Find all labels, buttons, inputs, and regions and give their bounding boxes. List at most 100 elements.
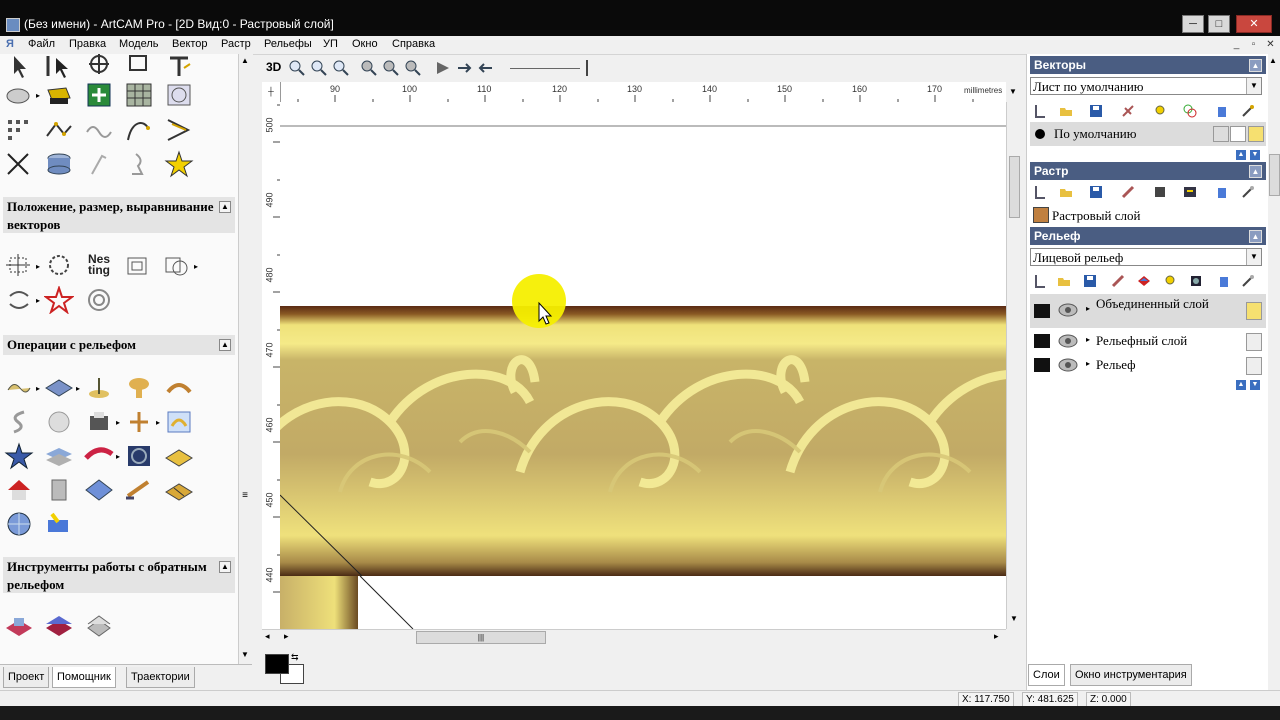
canvas-horizontal-scrollbar[interactable]: ◂ ▸ ||| ▸ bbox=[262, 629, 1006, 644]
relief-tool-icon[interactable] bbox=[1111, 274, 1125, 288]
canvas-vertical-scrollbar[interactable]: ▼ bbox=[1006, 102, 1021, 629]
star-red-icon[interactable] bbox=[44, 286, 74, 314]
zoom-window-icon[interactable] bbox=[332, 59, 350, 77]
scroll-down-icon[interactable]: ▼ bbox=[241, 650, 249, 659]
layer-color-icon[interactable] bbox=[1035, 129, 1045, 139]
right-scroll-thumb[interactable] bbox=[1269, 154, 1280, 196]
visibility-bulb-icon[interactable] bbox=[1246, 333, 1262, 351]
visibility-bulb-icon[interactable] bbox=[1246, 302, 1262, 320]
move-up-icon[interactable]: ▲ bbox=[1236, 150, 1246, 160]
mdi-restore-icon[interactable]: ▫ bbox=[1247, 38, 1260, 51]
tab-toolpaths[interactable]: Траектории bbox=[126, 667, 195, 688]
paste-relief-icon[interactable] bbox=[164, 442, 194, 470]
spiral-icon[interactable] bbox=[84, 286, 114, 314]
select-arrow-icon[interactable] bbox=[4, 54, 34, 82]
merge-icon[interactable] bbox=[1183, 104, 1197, 118]
two-rail-icon[interactable] bbox=[164, 374, 194, 402]
settings-icon[interactable] bbox=[1241, 104, 1255, 118]
move-down-icon[interactable]: ▼ bbox=[1250, 150, 1260, 160]
smooth-relief-icon[interactable] bbox=[164, 476, 194, 504]
node-edit-icon[interactable] bbox=[44, 54, 74, 82]
expand-arrow-icon[interactable]: ▸ bbox=[36, 296, 40, 305]
star-icon[interactable] bbox=[164, 150, 194, 178]
visibility-bulb-icon[interactable] bbox=[1248, 126, 1264, 142]
cut-vector-icon[interactable] bbox=[4, 150, 34, 178]
tab-assistant[interactable]: Помощник bbox=[52, 667, 116, 688]
doc-icon[interactable]: Я bbox=[6, 38, 14, 50]
expand-arrow-icon[interactable]: ▸ bbox=[1086, 304, 1090, 313]
wizard-icon[interactable] bbox=[44, 510, 74, 538]
nesting-icon[interactable]: Nes ting bbox=[88, 253, 116, 276]
vectors-header[interactable]: Векторы ▲ bbox=[1030, 56, 1266, 74]
menu-window[interactable]: Окно bbox=[352, 38, 378, 50]
delete-icon[interactable] bbox=[1215, 185, 1229, 199]
left-panel-scrollbar[interactable]: ▲ ≡ ▼ bbox=[238, 54, 253, 664]
new-raster-icon[interactable] bbox=[1033, 185, 1047, 199]
scroll-grip-icon[interactable]: ≡ bbox=[239, 490, 251, 504]
layers-icon[interactable] bbox=[44, 442, 74, 470]
collapse-icon[interactable]: ▲ bbox=[219, 201, 231, 213]
offset-icon[interactable] bbox=[4, 286, 34, 314]
house-icon[interactable] bbox=[4, 476, 34, 504]
open-folder-icon[interactable] bbox=[1057, 274, 1071, 288]
image-grid-icon[interactable] bbox=[124, 82, 154, 110]
close-button[interactable]: ✕ bbox=[1236, 15, 1272, 33]
collapse-icon[interactable]: ▲ bbox=[1249, 230, 1262, 243]
mushroom-icon[interactable] bbox=[124, 374, 154, 402]
tab-layers[interactable]: Слои bbox=[1028, 664, 1065, 686]
nodes-icon[interactable] bbox=[4, 116, 34, 144]
spray-icon[interactable] bbox=[84, 150, 114, 178]
extrude-icon[interactable] bbox=[44, 374, 74, 402]
scroll-up-icon[interactable]: ▲ bbox=[241, 56, 249, 65]
raster-bw-icon[interactable] bbox=[1153, 185, 1167, 199]
save-icon[interactable] bbox=[1089, 104, 1103, 118]
drawing-canvas[interactable] bbox=[280, 102, 1006, 629]
scroll-up-icon[interactable]: ▲ bbox=[1269, 56, 1277, 65]
dome-star-icon[interactable] bbox=[4, 442, 34, 470]
lightbulb-icon[interactable] bbox=[1153, 104, 1167, 118]
zoom-selection-icon[interactable] bbox=[404, 59, 422, 77]
swap-colors-icon[interactable]: ⇆ bbox=[291, 652, 299, 663]
expand-arrow-icon[interactable]: ▸ bbox=[36, 91, 40, 100]
vector-sheet-dropdown[interactable]: Лист по умолчанию ▼ bbox=[1030, 77, 1262, 95]
expand-arrow-icon[interactable]: ▸ bbox=[116, 418, 120, 427]
figure-icon[interactable] bbox=[124, 150, 154, 178]
vector-diagonal[interactable] bbox=[359, 575, 414, 629]
wrap-icon[interactable] bbox=[164, 408, 194, 436]
shape-editor-icon[interactable] bbox=[4, 374, 34, 402]
pen-relief-icon[interactable] bbox=[124, 476, 154, 504]
reverse-relief-3-icon[interactable] bbox=[84, 612, 114, 640]
menu-file[interactable]: Файл bbox=[28, 38, 55, 50]
position-icon[interactable] bbox=[4, 252, 34, 280]
raster-layer-row[interactable]: Растровый слой bbox=[1030, 204, 1266, 226]
menu-toolpaths[interactable]: УП bbox=[323, 38, 338, 50]
open-folder-icon[interactable] bbox=[1059, 104, 1073, 118]
plane-icon[interactable] bbox=[84, 476, 114, 504]
zoom-previous-icon[interactable] bbox=[382, 59, 400, 77]
expand-arrow-icon[interactable]: ▸ bbox=[156, 418, 160, 427]
minimize-button[interactable]: ─ bbox=[1182, 15, 1204, 33]
lock-icon[interactable] bbox=[1213, 126, 1229, 142]
menu-raster[interactable]: Растр bbox=[221, 38, 251, 50]
expand-arrow-icon[interactable]: ▸ bbox=[36, 262, 40, 271]
lightbulb-icon[interactable] bbox=[1163, 274, 1177, 288]
settings-icon[interactable] bbox=[1241, 185, 1255, 199]
scale-relief-icon[interactable] bbox=[124, 408, 154, 436]
bitmap-trace-icon[interactable] bbox=[44, 82, 74, 110]
vector-tool-icon[interactable] bbox=[1121, 104, 1135, 118]
grid-toggle-icon[interactable] bbox=[434, 59, 452, 77]
mdi-close-icon[interactable]: ✕ bbox=[1264, 38, 1277, 51]
section-relief-ops[interactable]: Операции с рельефом ▲ bbox=[3, 335, 235, 355]
expand-arrow-icon[interactable]: ▸ bbox=[1086, 359, 1090, 368]
expand-arrow-icon[interactable]: ▸ bbox=[36, 384, 40, 393]
frame-icon[interactable] bbox=[164, 82, 194, 110]
relief-header[interactable]: Рельеф ▲ bbox=[1030, 227, 1266, 245]
raster-merge-icon[interactable] bbox=[1183, 185, 1197, 199]
move-up-icon[interactable]: ▲ bbox=[1236, 380, 1246, 390]
tab-toolbox-window[interactable]: Окно инструментария bbox=[1070, 664, 1192, 686]
s-curve-icon[interactable] bbox=[4, 408, 34, 436]
save-icon[interactable] bbox=[1083, 274, 1097, 288]
maximize-button[interactable]: □ bbox=[1208, 15, 1230, 33]
vertical-scroll-thumb[interactable] bbox=[1009, 156, 1020, 218]
scroll-right-icon[interactable]: ▸ bbox=[284, 631, 289, 642]
